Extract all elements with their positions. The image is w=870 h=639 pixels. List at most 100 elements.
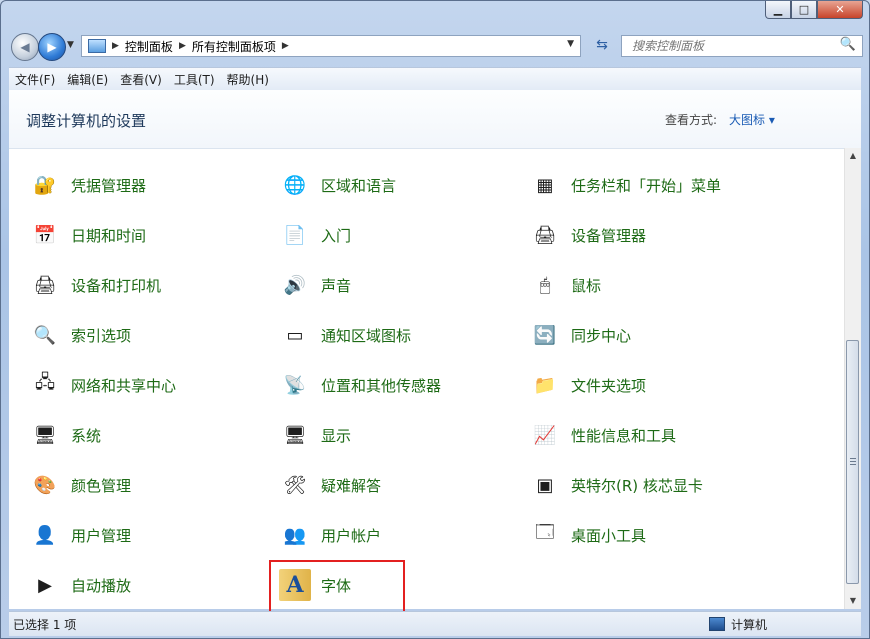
control-panel-item[interactable]: 🖥 系统 — [9, 415, 101, 455]
status-location-label: 计算机 — [731, 617, 768, 632]
control-panel-item[interactable]: 🖱 鼠标 — [509, 265, 601, 305]
troubleshooting-icon: 🛠 — [283, 474, 307, 496]
menu-bar: 文件(F) 编辑(E) 查看(V) 工具(T) 帮助(H) — [9, 67, 861, 91]
control-panel-item[interactable]: 📁 文件夹选项 — [509, 365, 646, 405]
index-magnifier-icon: 🔍 — [33, 324, 57, 346]
folder-options-icon: 📁 — [533, 374, 557, 396]
control-panel-item-label: 通知区域图标 — [321, 326, 412, 345]
recent-pages-dropdown-icon[interactable]: ▼ — [67, 40, 74, 50]
close-button[interactable]: ✕ — [817, 1, 863, 19]
breadcrumb-separator-icon[interactable]: ▶ — [282, 41, 289, 51]
control-panel-item-label: 颜色管理 — [71, 476, 132, 495]
user-accounts-icon: 👥 — [283, 524, 307, 546]
vertical-scrollbar[interactable]: ▲ ▼ — [844, 148, 861, 609]
control-panel-item[interactable]: 🖨 设备管理器 — [509, 215, 646, 255]
control-panel-item[interactable]: 📅 日期和时间 — [9, 215, 146, 255]
control-panel-item-label: 凭据管理器 — [71, 176, 147, 195]
control-panel-item-label: 桌面小工具 — [571, 526, 647, 545]
control-panel-item[interactable]: 🖥 显示 — [259, 415, 351, 455]
search-box[interactable]: 🔍 — [621, 35, 863, 57]
control-panel-item[interactable]: 🗔 桌面小工具 — [509, 515, 646, 555]
breadcrumb-all-items[interactable]: 所有控制面板项 — [192, 38, 276, 55]
control-panel-item-label: 日期和时间 — [71, 226, 147, 245]
control-panel-item[interactable]: 📄 入门 — [259, 215, 351, 255]
back-button[interactable]: ◀ — [11, 33, 39, 61]
control-panel-item-label: 声音 — [321, 276, 352, 295]
control-panel-item[interactable]: 📡 位置和其他传感器 — [259, 365, 441, 405]
color-management-icon: 🎨 — [33, 474, 57, 496]
control-panel-item-label: 设备管理器 — [571, 226, 647, 245]
control-panel-item[interactable]: 🔍 索引选项 — [9, 315, 131, 355]
selection-count: 已选择 1 项 — [13, 617, 77, 632]
control-panel-item-label: 区域和语言 — [321, 176, 397, 195]
breadcrumb-separator-icon[interactable]: ▶ — [179, 41, 186, 51]
menu-tools[interactable]: 工具(T) — [168, 71, 221, 88]
control-panel-item-label: 位置和其他传感器 — [321, 376, 442, 395]
scroll-up-icon[interactable]: ▲ — [845, 148, 861, 164]
menu-file[interactable]: 文件(F) — [9, 71, 61, 88]
scroll-down-icon[interactable]: ▼ — [845, 593, 861, 609]
scrollbar-thumb[interactable] — [846, 340, 859, 584]
device-manager-icon: 🖨 — [533, 224, 557, 246]
control-panel-item-label: 疑难解答 — [321, 476, 382, 495]
control-panel-item-label: 性能信息和工具 — [571, 426, 677, 445]
menu-edit[interactable]: 编辑(E) — [61, 71, 114, 88]
control-panel-item[interactable]: 👤 用户管理 — [9, 515, 131, 555]
scrollbar-grip-icon — [850, 458, 856, 466]
control-panel-item[interactable]: 📈 性能信息和工具 — [509, 415, 676, 455]
address-bar[interactable]: ▶ 控制面板 ▶ 所有控制面板项 ▶ ▼ — [81, 35, 581, 57]
search-icon[interactable]: 🔍 — [840, 37, 856, 52]
control-panel-item[interactable]: 🔊 声音 — [259, 265, 351, 305]
control-panel-items: 🔐 凭据管理器 🌐 区域和语言 ▦ 任务栏和「开始」菜单 📅 日期和时间 📄 入门 🖨 设备管理器 🖨 设… — [9, 149, 844, 609]
calendar-clock-icon: 📅 — [33, 224, 57, 246]
control-panel-item[interactable]: 🖧 网络和共享中心 — [9, 365, 176, 405]
content-header: 调整计算机的设置 查看方式: 大图标 ▾ — [9, 90, 861, 149]
minimize-button[interactable]: ▁ — [765, 1, 791, 19]
control-panel-item[interactable]: ▭ 通知区域图标 — [259, 315, 411, 355]
control-panel-item-label: 任务栏和「开始」菜单 — [571, 176, 722, 195]
view-by-dropdown[interactable]: 大图标 ▾ — [729, 111, 775, 128]
control-panel-icon — [88, 39, 106, 53]
desktop-gadgets-icon: 🗔 — [535, 522, 555, 543]
control-panel-item-label: 用户管理 — [71, 526, 132, 545]
control-panel-item-label: 自动播放 — [71, 576, 132, 595]
breadcrumb-control-panel[interactable]: 控制面板 — [125, 38, 173, 55]
window-caption-buttons: ▁ □ ✕ — [765, 1, 863, 19]
network-icon: 🖧 — [34, 372, 56, 393]
menu-help[interactable]: 帮助(H) — [221, 71, 275, 88]
selection-highlight-box — [269, 560, 405, 614]
control-panel-item[interactable]: 🖨 设备和打印机 — [9, 265, 161, 305]
status-bar: 已选择 1 项 计算机 — [9, 611, 861, 636]
getting-started-icon: 📄 — [283, 224, 307, 246]
control-panel-item-label: 英特尔(R) 核芯显卡 — [571, 476, 703, 495]
control-panel-item[interactable]: ▦ 任务栏和「开始」菜单 — [509, 165, 721, 205]
control-panel-item[interactable]: 🎨 颜色管理 — [9, 465, 131, 505]
address-dropdown-icon[interactable]: ▼ — [567, 39, 574, 49]
control-panel-item[interactable]: ▣ 英特尔(R) 核芯显卡 — [509, 465, 703, 505]
control-panel-item[interactable]: 🛠 疑难解答 — [259, 465, 381, 505]
maximize-button[interactable]: □ — [791, 1, 817, 19]
sync-center-icon: 🔄 — [533, 324, 557, 346]
breadcrumb-separator-icon[interactable]: ▶ — [112, 41, 119, 51]
user-management-icon: 👤 — [33, 524, 57, 546]
refresh-icon[interactable]: ⇆ — [591, 37, 613, 55]
mouse-icon: 🖱 — [539, 274, 551, 296]
globe-icon: 🌐 — [283, 174, 307, 196]
control-panel-item[interactable]: ▶ 自动播放 — [9, 565, 131, 605]
control-panel-item-label: 设备和打印机 — [71, 276, 162, 295]
control-panel-item[interactable]: 🔄 同步中心 — [509, 315, 631, 355]
location-sensor-icon: 📡 — [283, 374, 307, 396]
forward-button[interactable]: ▶ — [38, 33, 66, 61]
breadcrumb: ▶ 控制面板 ▶ 所有控制面板项 ▶ — [112, 38, 289, 55]
control-panel-item[interactable]: 👥 用户帐户 — [259, 515, 381, 555]
speaker-icon: 🔊 — [283, 274, 307, 296]
notification-area-icon: ▭ — [286, 324, 304, 346]
control-panel-item[interactable]: 🔐 凭据管理器 — [9, 165, 146, 205]
control-panel-item-label: 同步中心 — [571, 326, 632, 345]
search-input[interactable] — [630, 38, 834, 54]
status-location: 计算机 — [709, 616, 767, 633]
control-panel-item[interactable]: 🌐 区域和语言 — [259, 165, 396, 205]
taskbar-icon: ▦ — [536, 174, 554, 196]
menu-view[interactable]: 查看(V) — [114, 71, 168, 88]
autoplay-icon: ▶ — [38, 574, 52, 596]
